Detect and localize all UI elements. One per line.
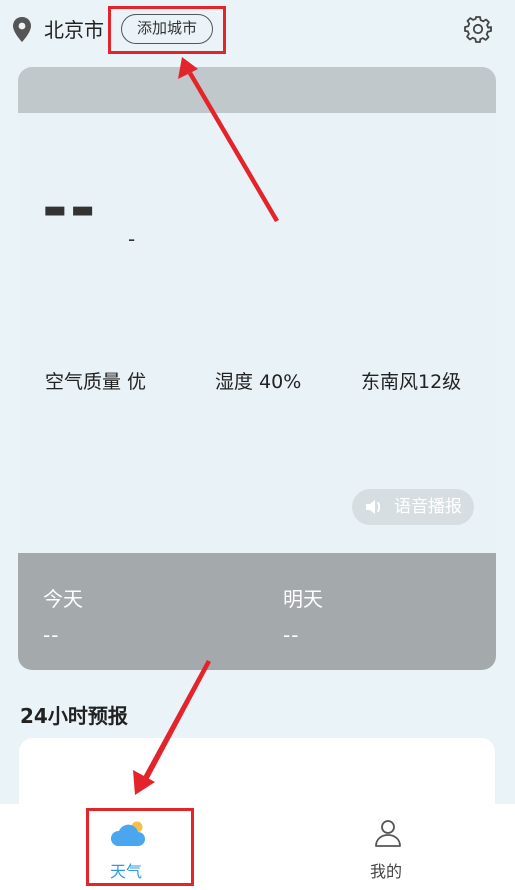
nav-item-mine-label: 我的	[370, 862, 403, 881]
hourly-forecast-title: 24小时预报	[20, 704, 128, 728]
today-value: --	[43, 623, 60, 647]
gear-icon[interactable]	[464, 15, 492, 43]
annotation-box-weather-tab	[86, 808, 194, 886]
current-city[interactable]: 北京市	[44, 14, 104, 46]
air-quality: 空气质量 优	[45, 371, 147, 393]
wind: 东南风12级	[361, 371, 462, 393]
weather-card: -- - 空气质量 优 湿度 40% 东南风12级 语音播报 今天 -- 明天 …	[18, 67, 496, 670]
forecast-panel: 今天 -- 明天 --	[18, 553, 496, 670]
current-temperature: --	[42, 171, 98, 244]
today-label: 今天	[43, 587, 83, 611]
weather-card-header	[18, 67, 496, 113]
tomorrow-label: 明天	[283, 587, 323, 611]
tomorrow-value: --	[283, 623, 300, 647]
speaker-icon	[366, 500, 381, 514]
location-pin-icon	[13, 17, 31, 42]
annotation-box-add-city	[108, 6, 226, 54]
humidity: 湿度 40%	[215, 371, 302, 393]
voice-broadcast-button[interactable]: 语音播报	[352, 489, 474, 525]
weather-condition: -	[128, 227, 136, 251]
user-icon	[375, 820, 401, 847]
voice-broadcast-label: 语音播报	[394, 497, 462, 517]
top-bar: 北京市 添加城市	[0, 0, 515, 60]
bottom-nav	[0, 804, 515, 890]
nav-item-mine[interactable]: 我的	[350, 814, 430, 884]
